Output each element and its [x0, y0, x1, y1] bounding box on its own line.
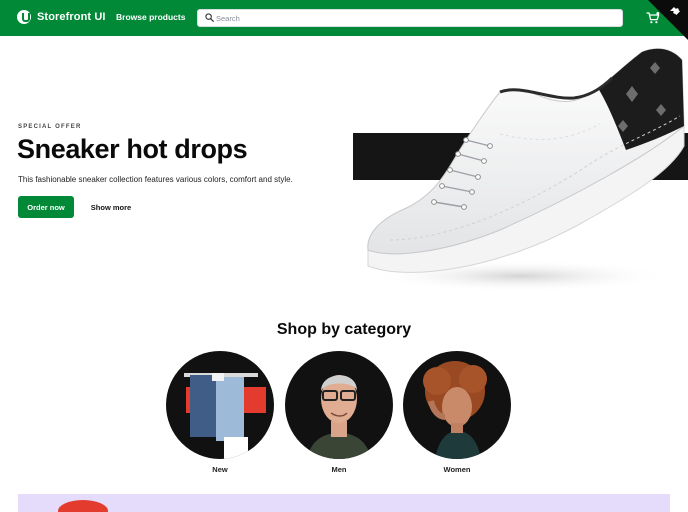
category-image-new: [166, 351, 274, 459]
storefront-logo-icon: [17, 10, 31, 24]
category-card-women[interactable]: Women: [403, 351, 511, 474]
promo-banner[interactable]: [18, 494, 670, 512]
show-more-button[interactable]: Show more: [82, 196, 140, 218]
promo-product-image: [58, 500, 108, 512]
category-label-men: Men: [331, 465, 347, 474]
category-label-women: Women: [443, 465, 471, 474]
search-input[interactable]: [216, 10, 616, 26]
categories-title: Shop by category: [276, 321, 412, 338]
top-navigation-bar: Storefront UI Browse products: [0, 0, 688, 36]
category-image-men: [285, 351, 393, 459]
brand-logo-link[interactable]: Storefront UI: [17, 10, 106, 24]
sneaker-image: [367, 48, 685, 292]
puzzle-icon: [670, 7, 680, 15]
search-bar[interactable]: [197, 9, 623, 27]
search-icon: [205, 13, 214, 22]
browse-products-link[interactable]: Browse products: [116, 12, 185, 22]
hero-title: Sneaker hot drops: [17, 134, 248, 164]
corner-badge[interactable]: [648, 0, 688, 40]
category-label-new: New: [212, 465, 228, 474]
hero-eyebrow: SPECIAL OFFER: [18, 124, 82, 130]
brand-name: Storefront UI: [37, 11, 106, 23]
category-image-women: [403, 351, 511, 459]
hero-subtitle: This fashionable sneaker collection feat…: [18, 175, 293, 184]
order-now-button[interactable]: Order now: [18, 196, 74, 218]
category-card-new[interactable]: New: [166, 351, 274, 474]
category-card-men[interactable]: Men: [285, 351, 393, 474]
